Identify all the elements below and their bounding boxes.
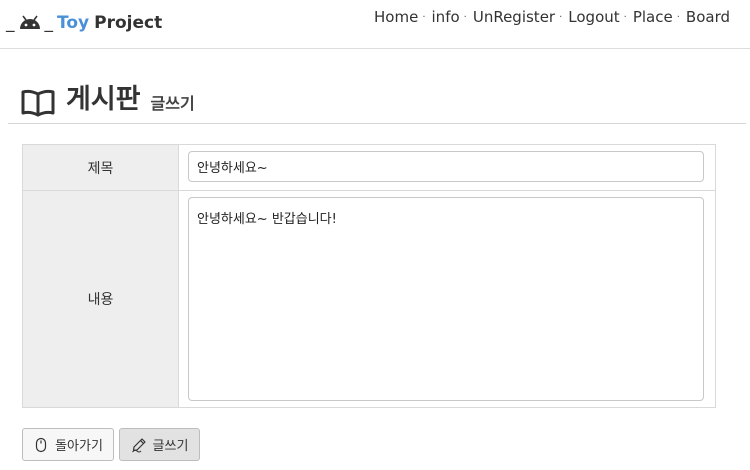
android-icon xyxy=(19,15,40,29)
pencil-icon xyxy=(131,437,146,452)
mouse-icon xyxy=(35,437,47,452)
nav-logout[interactable]: Logout xyxy=(568,8,619,26)
write-button[interactable]: 글쓰기 xyxy=(119,428,200,461)
page-title: 게시판 xyxy=(66,84,141,115)
back-button[interactable]: 돌아가기 xyxy=(22,428,114,461)
nav-separator: · xyxy=(623,11,627,23)
title-label: 제목 xyxy=(23,145,179,190)
nav-menu: Home · info · UnRegister · Logout · Plac… xyxy=(374,8,730,26)
nav-separator: · xyxy=(676,11,680,23)
brand-prefix: _ xyxy=(6,13,15,33)
form-row-content: 내용 안녕하세요~ 반갑습니다! xyxy=(23,191,715,407)
back-button-label: 돌아가기 xyxy=(55,439,103,454)
content-textarea[interactable]: 안녕하세요~ 반갑습니다! xyxy=(188,197,704,401)
brand-toy: Toy xyxy=(57,13,90,33)
nav-place[interactable]: Place xyxy=(633,8,673,26)
navbar: _ _ Toy Project Home · info · UnRegister… xyxy=(0,0,750,49)
write-form: 제목 내용 안녕하세요~ 반갑습니다! xyxy=(22,144,716,408)
page-subtitle: 글쓰기 xyxy=(150,94,195,113)
book-open-icon xyxy=(21,89,55,117)
page-heading: 게시판 글쓰기 xyxy=(20,82,195,118)
brand-suffix: _ xyxy=(44,13,54,33)
nav-separator: · xyxy=(422,11,426,23)
nav-separator: · xyxy=(559,11,563,23)
nav-unregister[interactable]: UnRegister xyxy=(473,8,555,26)
nav-board[interactable]: Board xyxy=(686,8,730,26)
brand-logo[interactable]: _ _ Toy Project xyxy=(6,10,162,36)
title-input[interactable] xyxy=(188,151,704,182)
nav-info[interactable]: info xyxy=(432,8,460,26)
divider xyxy=(8,123,746,124)
brand-project: Project xyxy=(94,13,163,33)
content-label: 내용 xyxy=(23,191,179,407)
form-row-title: 제목 xyxy=(23,145,715,191)
nav-separator: · xyxy=(463,11,467,23)
write-button-label: 글쓰기 xyxy=(152,439,189,454)
nav-home[interactable]: Home xyxy=(374,8,418,26)
